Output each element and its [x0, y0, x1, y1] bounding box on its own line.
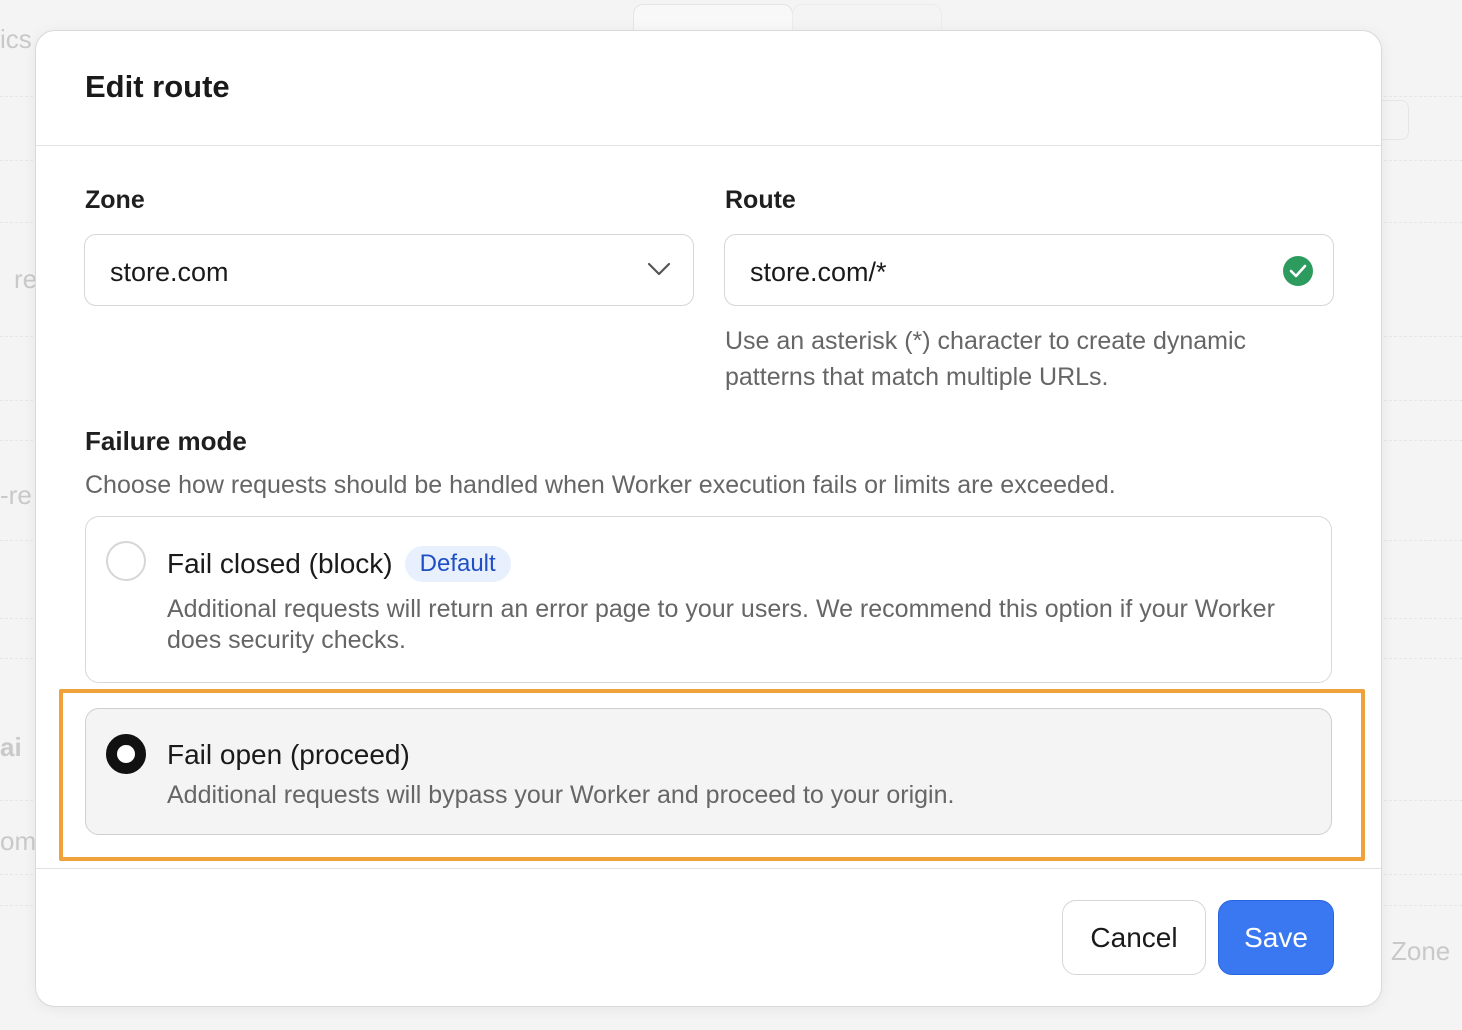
check-circle-icon: [1283, 256, 1313, 286]
zone-select[interactable]: store.com: [84, 234, 694, 306]
background-text: -re: [0, 480, 32, 510]
failure-mode-description: Choose how requests should be handled wh…: [85, 471, 1116, 499]
background-text: om: [0, 826, 37, 856]
background-text: Zone: [1391, 936, 1451, 966]
dialog-header: Edit route: [36, 31, 1381, 146]
dialog-title: Edit route: [85, 69, 230, 104]
route-input[interactable]: store.com/*: [724, 234, 1334, 306]
route-label: Route: [725, 186, 796, 214]
background-text: ai: [0, 732, 22, 762]
route-help-text: Use an asterisk (*) character to create …: [725, 327, 1247, 391]
chevron-down-icon: [647, 262, 671, 276]
failure-mode-title: Failure mode: [85, 426, 247, 456]
option-fail-closed[interactable]: Fail closed (block) Default Additional re…: [85, 516, 1332, 683]
route-input-value: store.com/*: [750, 257, 887, 287]
selection-highlight: [59, 689, 1365, 861]
save-button[interactable]: Save: [1218, 900, 1334, 975]
option-fail-closed-description: Additional requests will return an error…: [167, 595, 1275, 654]
radio-fail-closed[interactable]: [106, 541, 146, 581]
option-fail-closed-title: Fail closed (block) Default: [167, 546, 511, 582]
background-button-edge: [1382, 100, 1409, 140]
dialog-footer-divider: [36, 868, 1381, 869]
option-fail-closed-label: Fail closed (block): [167, 548, 393, 579]
default-badge: Default: [404, 546, 511, 582]
zone-label: Zone: [85, 186, 145, 214]
zone-select-value: store.com: [110, 257, 229, 287]
cancel-button[interactable]: Cancel: [1062, 900, 1206, 975]
background-text: re: [14, 264, 38, 294]
background-text: ics: [0, 24, 32, 54]
